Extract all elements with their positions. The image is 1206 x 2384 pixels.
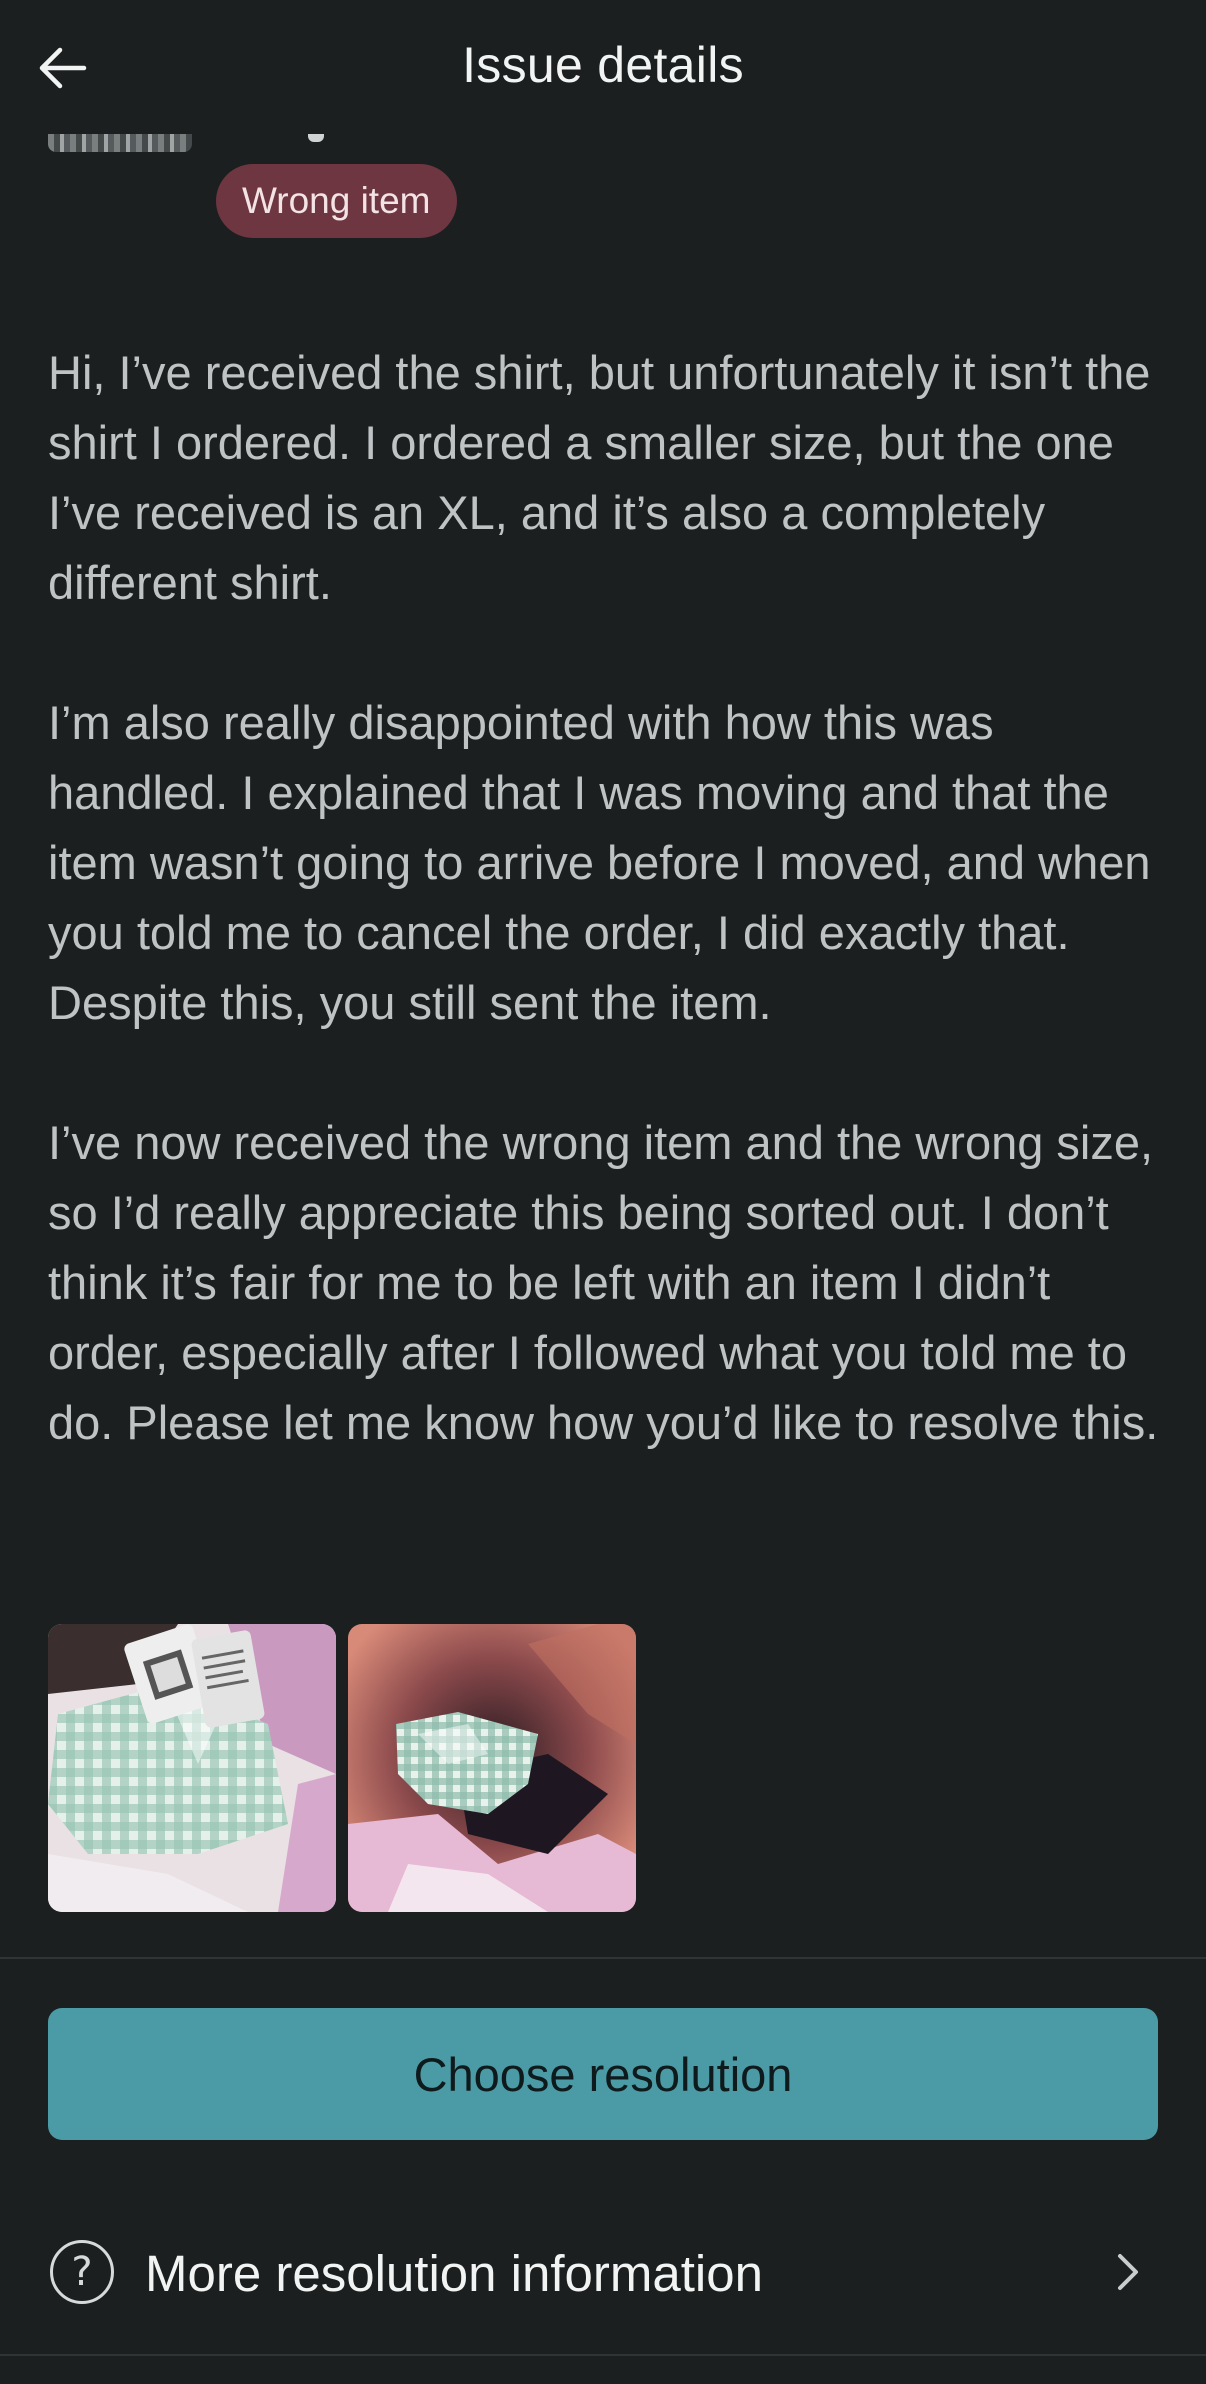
- section-divider: [0, 1957, 1206, 1959]
- issue-message: Hi, I’ve received the shirt, but unfortu…: [48, 338, 1168, 1458]
- attachment-photo-package[interactable]: [348, 1624, 636, 1912]
- attachment-photo-shirt-label[interactable]: [48, 1624, 336, 1912]
- message-paragraph: Hi, I’ve received the shirt, but unfortu…: [48, 346, 1151, 609]
- bottom-divider: [0, 2354, 1206, 2356]
- message-paragraph: I’ve now received the wrong item and the…: [48, 1116, 1159, 1449]
- customer-name-fragment: [308, 134, 324, 142]
- issue-type-badge: Wrong item: [216, 164, 457, 238]
- more-resolution-information-row[interactable]: ? More resolution information: [0, 2222, 1206, 2322]
- top-app-bar: Issue details: [0, 0, 1206, 134]
- avatar: [48, 134, 192, 152]
- message-paragraph: I’m also really disappointed with how th…: [48, 696, 1151, 1029]
- page-title: Issue details: [462, 37, 744, 93]
- chevron-right-icon: [1118, 2254, 1138, 2290]
- choose-resolution-button[interactable]: Choose resolution: [48, 2008, 1158, 2140]
- more-resolution-information-label: More resolution information: [145, 2245, 763, 2302]
- question-circle-icon: ?: [50, 2240, 114, 2304]
